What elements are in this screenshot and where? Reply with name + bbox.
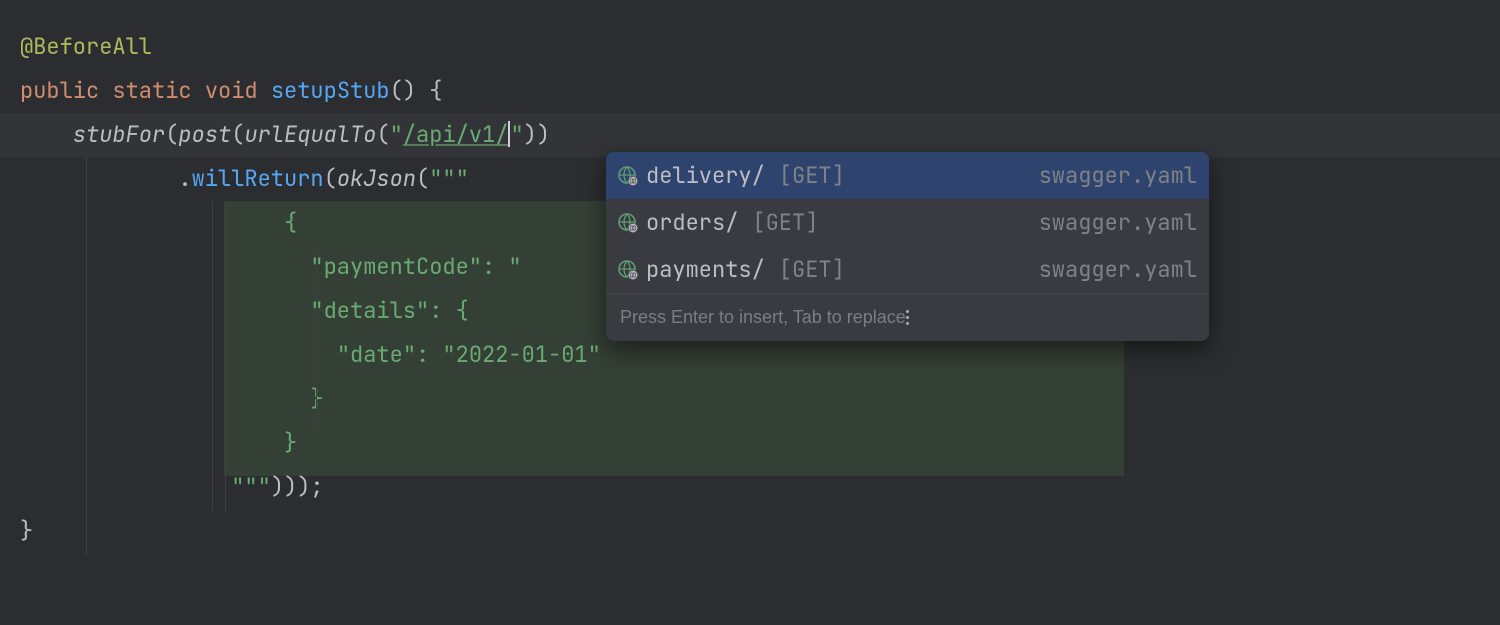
completion-item[interactable]: payments/ [GET] swagger.yaml [606, 246, 1209, 293]
globe-icon [618, 260, 638, 280]
completion-method: [GET] [779, 253, 845, 286]
completion-label: orders/ [646, 206, 738, 239]
code-line: @BeforeAll [20, 25, 1480, 69]
more-icon[interactable] [906, 310, 909, 325]
code-line: } [20, 377, 1480, 421]
completion-hint: Press Enter to insert, Tab to replace [620, 304, 906, 331]
completion-footer: Press Enter to insert, Tab to replace [606, 293, 1209, 341]
completion-label: payments/ [646, 253, 765, 286]
code-line: """))); [20, 465, 1480, 509]
code-line: } [20, 509, 1480, 553]
globe-icon [618, 166, 638, 186]
annotation: @BeforeAll [20, 32, 152, 61]
code-line: stubFor(post(urlEqualTo("/api/v1/")) [20, 113, 1480, 157]
code-line: } [20, 421, 1480, 465]
completion-method: [GET] [752, 206, 818, 239]
globe-icon [618, 213, 638, 233]
completion-label: delivery/ [646, 159, 765, 192]
completion-popup: delivery/ [GET] swagger.yaml orders/ [GE… [606, 152, 1209, 341]
completion-item[interactable]: delivery/ [GET] swagger.yaml [606, 152, 1209, 199]
completion-source: swagger.yaml [1039, 159, 1197, 192]
code-line: public static void setupStub() { [20, 69, 1480, 113]
completion-source: swagger.yaml [1039, 253, 1197, 286]
completion-item[interactable]: orders/ [GET] swagger.yaml [606, 199, 1209, 246]
completion-method: [GET] [779, 159, 845, 192]
completion-source: swagger.yaml [1039, 206, 1197, 239]
